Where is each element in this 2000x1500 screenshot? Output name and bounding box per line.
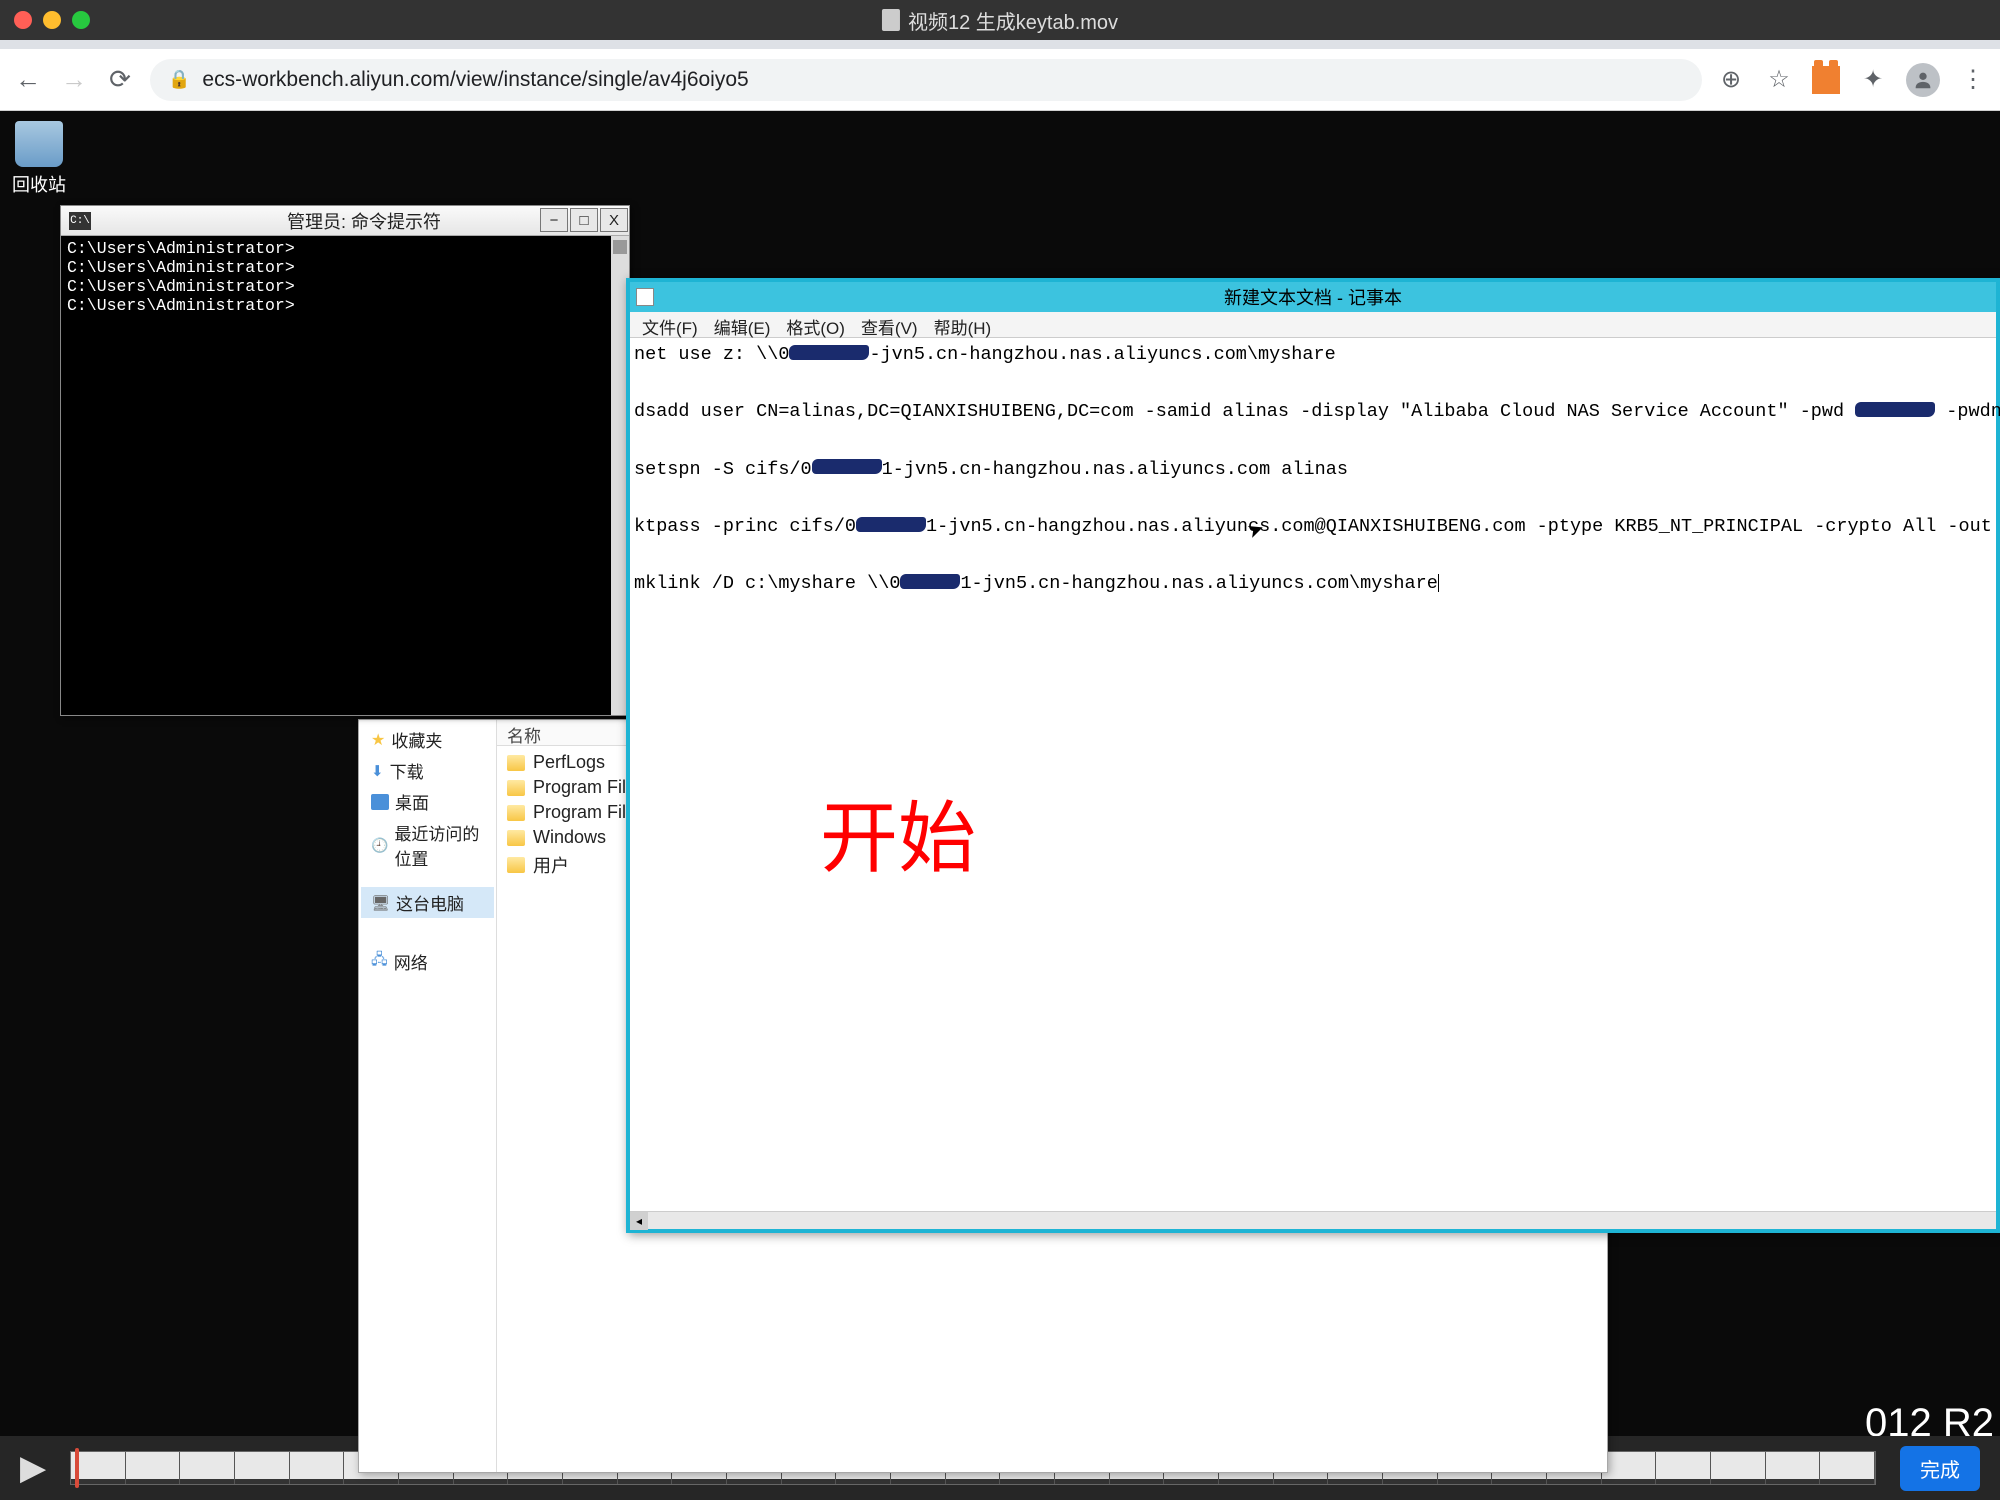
nav-this-pc[interactable]: 🖥这台电脑	[361, 887, 494, 918]
notepad-app-icon	[636, 288, 654, 306]
url-text: ecs-workbench.aliyun.com/view/instance/s…	[202, 68, 748, 92]
menu-view[interactable]: 查看(V)	[853, 312, 926, 337]
extensions-icon[interactable]: ✦	[1858, 65, 1888, 95]
done-button[interactable]: 完成	[1900, 1446, 1980, 1491]
menu-file[interactable]: 文件(F)	[634, 312, 706, 337]
timeline-frame[interactable]	[1711, 1452, 1766, 1484]
notepad-title-text: 新建文本文档 - 记事本	[1224, 284, 1402, 310]
menu-edit[interactable]: 编辑(E)	[706, 312, 779, 337]
timeline-frame[interactable]	[1766, 1452, 1821, 1484]
folder-icon	[507, 805, 525, 821]
document-icon	[882, 9, 900, 31]
desktop-icon	[371, 794, 389, 810]
timeline-frame[interactable]	[235, 1452, 290, 1484]
cmd-terminal[interactable]: C:\Users\Administrator> C:\Users\Adminis…	[61, 236, 629, 715]
maximize-button[interactable]: □	[570, 208, 598, 232]
search-icon[interactable]: ⊕	[1716, 65, 1746, 95]
timeline-frame[interactable]	[126, 1452, 181, 1484]
chrome-toolbar: ← → ⟳ 🔒 ecs-workbench.aliyun.com/view/in…	[0, 49, 2000, 111]
cmd-app-icon: C:\	[69, 212, 91, 230]
timeline-frame[interactable]	[290, 1452, 345, 1484]
mac-window-title: 视频12 生成keytab.mov	[882, 6, 1118, 35]
remote-desktop-viewport: 回收站 ★收藏夹 ⬇下载 桌面 🕘最近访问的位置 🖥这台电脑 🖧网络 名称 Pe…	[0, 111, 2000, 1500]
chrome-menu-icon[interactable]: ⋮	[1958, 65, 1988, 95]
redacted-text	[812, 459, 882, 474]
timeline-frame[interactable]	[180, 1452, 235, 1484]
timeline-frame[interactable]	[1820, 1452, 1875, 1484]
minimize-button[interactable]: −	[540, 208, 568, 232]
cmd-titlebar[interactable]: C:\ 管理员: 命令提示符 − □ X	[61, 206, 629, 236]
nav-downloads[interactable]: ⬇下载	[361, 755, 494, 786]
network-icon: 🖧	[371, 949, 388, 974]
overlay-annotation: 开始	[820, 778, 976, 899]
scroll-left-arrow[interactable]: ◂	[630, 1212, 648, 1230]
maximize-window-button[interactable]	[72, 11, 90, 29]
reload-button[interactable]: ⟳	[104, 64, 136, 96]
close-window-button[interactable]	[14, 11, 32, 29]
scrollbar-thumb[interactable]	[613, 240, 627, 254]
nav-network[interactable]: 🖧网络	[361, 946, 494, 977]
person-icon	[1912, 69, 1934, 91]
address-bar[interactable]: 🔒 ecs-workbench.aliyun.com/view/instance…	[150, 59, 1702, 101]
notepad-editor[interactable]: net use z: \\0-jvn5.cn-hangzhou.nas.aliy…	[630, 338, 1996, 1211]
menu-format[interactable]: 格式(O)	[778, 312, 853, 337]
notepad-window[interactable]: 新建文本文档 - 记事本 文件(F) 编辑(E) 格式(O) 查看(V) 帮助(…	[626, 278, 2000, 1233]
recycle-bin-label: 回收站	[12, 171, 66, 197]
metamask-extension-icon[interactable]	[1812, 66, 1840, 94]
redacted-text	[856, 517, 926, 532]
nav-recent[interactable]: 🕘最近访问的位置	[361, 817, 494, 873]
nav-favorites[interactable]: ★收藏夹	[361, 724, 494, 755]
playhead-marker[interactable]	[75, 1448, 79, 1488]
cmd-window[interactable]: C:\ 管理员: 命令提示符 − □ X C:\Users\Administra…	[60, 205, 630, 716]
chrome-tab-strip[interactable]	[0, 40, 2000, 49]
nav-desktop[interactable]: 桌面	[361, 786, 494, 817]
menu-help[interactable]: 帮助(H)	[926, 312, 1000, 337]
timeline-frame[interactable]	[71, 1452, 126, 1484]
folder-icon	[507, 857, 525, 873]
folder-icon	[507, 830, 525, 846]
text-cursor	[1438, 574, 1439, 592]
horizontal-scrollbar[interactable]: ◂	[630, 1211, 1996, 1229]
star-icon: ★	[371, 730, 385, 750]
recent-icon: 🕘	[371, 837, 388, 854]
title-text: 视频12 生成keytab.mov	[908, 6, 1118, 35]
lock-icon: 🔒	[168, 69, 190, 90]
bookmark-star-icon[interactable]: ☆	[1764, 65, 1794, 95]
notepad-menubar: 文件(F) 编辑(E) 格式(O) 查看(V) 帮助(H)	[630, 312, 1996, 338]
cmd-prompt-line: C:\Users\Administrator>	[67, 278, 623, 297]
timeline-frame[interactable]	[1656, 1452, 1711, 1484]
recycle-bin-shortcut[interactable]: 回收站	[12, 121, 66, 197]
minimize-window-button[interactable]	[43, 11, 61, 29]
folder-icon	[507, 755, 525, 771]
download-icon: ⬇	[371, 762, 384, 780]
folder-icon	[507, 780, 525, 796]
recycle-bin-icon	[15, 121, 63, 167]
explorer-nav-pane[interactable]: ★收藏夹 ⬇下载 桌面 🕘最近访问的位置 🖥这台电脑 🖧网络	[359, 720, 497, 1472]
redacted-text	[1855, 402, 1935, 417]
forward-button[interactable]: →	[58, 64, 90, 96]
play-button[interactable]: ▶	[20, 1448, 46, 1488]
notepad-titlebar[interactable]: 新建文本文档 - 记事本	[630, 282, 1996, 312]
redacted-text	[789, 345, 869, 360]
back-button[interactable]: ←	[12, 64, 44, 96]
pc-icon: 🖥	[371, 894, 390, 912]
timeline-frame[interactable]	[1602, 1452, 1657, 1484]
cmd-prompt-line: C:\Users\Administrator>	[67, 259, 623, 278]
cmd-prompt-line: C:\Users\Administrator>	[67, 297, 623, 316]
close-button[interactable]: X	[600, 208, 628, 232]
mac-titlebar: 视频12 生成keytab.mov	[0, 0, 2000, 40]
profile-avatar[interactable]	[1906, 63, 1940, 97]
cmd-prompt-line: C:\Users\Administrator>	[67, 240, 623, 259]
traffic-lights	[14, 11, 90, 29]
redacted-text	[900, 574, 960, 589]
